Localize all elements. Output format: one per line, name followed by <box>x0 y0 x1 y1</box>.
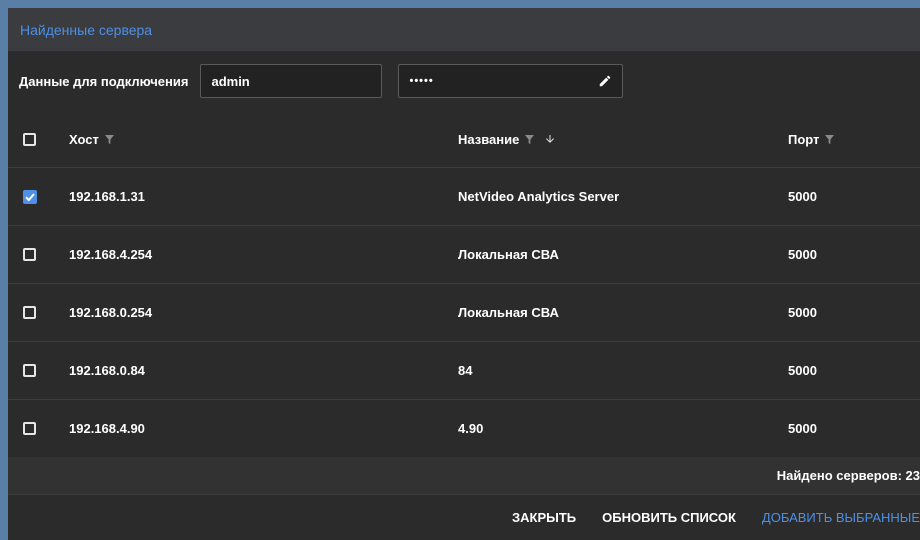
sort-arrow-down-icon[interactable] <box>544 133 556 145</box>
row-port: 5000 <box>788 189 817 204</box>
column-port[interactable]: Порт <box>788 132 835 147</box>
row-name: NetVideo Analytics Server <box>458 189 620 204</box>
row-checkbox-checked[interactable] <box>23 189 37 204</box>
check-icon <box>25 192 35 201</box>
dialog-title: Найденные сервера <box>8 8 920 51</box>
column-name[interactable]: Название <box>458 132 556 147</box>
column-host[interactable]: Хост <box>69 132 114 147</box>
select-all-checkbox[interactable] <box>23 132 36 146</box>
row-port: 5000 <box>788 305 817 320</box>
add-selected-button[interactable]: ДОБАВИТЬ ВЫБРАННЫЕ <box>762 510 920 525</box>
table-row[interactable]: 192.168.1.31 NetVideo Analytics Server 5… <box>8 168 920 226</box>
found-count-bar: Найдено серверов: 23 <box>8 457 920 495</box>
filter-icon[interactable] <box>104 134 114 144</box>
row-port: 5000 <box>788 363 817 378</box>
connection-label: Данные для подключения <box>19 73 189 89</box>
row-port: 5000 <box>788 421 817 436</box>
row-host: 192.168.1.31 <box>69 189 145 204</box>
table-row[interactable]: 192.168.4.90 4.90 5000 <box>8 400 920 457</box>
connection-row: Данные для подключения admin ••••• <box>8 51 920 111</box>
row-name: 4.90 <box>458 421 484 436</box>
filter-icon[interactable] <box>525 134 535 144</box>
password-value: ••••• <box>409 75 434 87</box>
dialog-actions: ЗАКРЫТЬ ОБНОВИТЬ СПИСОК ДОБАВИТЬ ВЫБРАНН… <box>8 495 920 539</box>
found-count-text: Найдено серверов: 23 <box>776 468 920 483</box>
table-header: Хост Название Порт <box>8 111 920 168</box>
row-name: 84 <box>458 363 473 378</box>
row-name: Локальная СВА <box>458 305 559 320</box>
found-servers-dialog: Найденные сервера Данные для подключения… <box>8 8 920 540</box>
row-host: 192.168.4.254 <box>69 247 153 262</box>
close-button[interactable]: ЗАКРЫТЬ <box>512 510 576 525</box>
login-value: admin <box>211 73 250 89</box>
pencil-icon[interactable] <box>598 74 612 88</box>
table-row[interactable]: 192.168.4.254 Локальная СВА 5000 <box>8 226 920 284</box>
row-port: 5000 <box>788 247 817 262</box>
filter-icon[interactable] <box>825 134 835 144</box>
table-row[interactable]: 192.168.0.84 84 5000 <box>8 342 920 400</box>
password-field[interactable]: ••••• <box>398 64 624 98</box>
row-checkbox[interactable] <box>23 306 36 319</box>
row-checkbox[interactable] <box>23 422 36 435</box>
row-host: 192.168.4.90 <box>69 421 145 436</box>
table-row[interactable]: 192.168.0.254 Локальная СВА 5000 <box>8 284 920 342</box>
refresh-list-button[interactable]: ОБНОВИТЬ СПИСОК <box>602 510 736 525</box>
login-field[interactable]: admin <box>200 64 383 98</box>
row-checkbox[interactable] <box>23 248 36 261</box>
row-host: 192.168.0.254 <box>69 305 153 320</box>
row-checkbox[interactable] <box>23 364 36 377</box>
row-host: 192.168.0.84 <box>69 363 145 378</box>
row-name: Локальная СВА <box>458 247 559 262</box>
